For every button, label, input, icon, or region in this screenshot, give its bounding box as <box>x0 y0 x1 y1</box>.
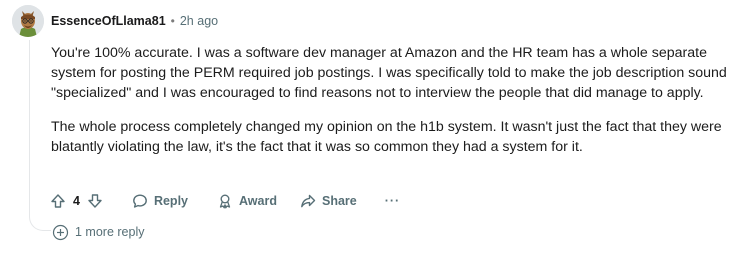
vote-count: 4 <box>73 194 80 208</box>
more-options-button[interactable]: ··· <box>385 194 401 208</box>
upvote-arrow-icon <box>49 192 67 210</box>
award-label: Award <box>239 194 277 208</box>
award-button[interactable]: Award <box>216 192 277 210</box>
comment-body: You're 100% accurate. I was a software d… <box>51 43 733 157</box>
comment-paragraph: You're 100% accurate. I was a software d… <box>51 45 727 101</box>
ellipsis-icon: ··· <box>384 194 401 208</box>
reply-label: Reply <box>153 194 188 208</box>
share-button[interactable]: Share <box>299 192 357 210</box>
downvote-arrow-icon <box>86 192 104 210</box>
downvote-button[interactable] <box>86 192 104 210</box>
speech-bubble-icon <box>131 192 149 210</box>
share-label: Share <box>321 194 357 208</box>
timestamp[interactable]: 2h ago <box>180 14 218 28</box>
reply-button[interactable]: Reply <box>131 192 188 210</box>
plus-circle-icon <box>51 223 69 241</box>
avatar[interactable] <box>12 5 44 37</box>
comment-paragraph: The whole process completely changed my … <box>51 119 722 155</box>
more-replies-link[interactable]: 1 more reply <box>51 221 144 243</box>
award-icon <box>216 192 234 210</box>
more-replies-label: 1 more reply <box>75 225 145 239</box>
avatar-llama-icon <box>12 5 44 37</box>
share-arrow-icon <box>299 192 317 210</box>
username-link[interactable]: EssenceOfLlama81 <box>51 14 166 28</box>
thread-line <box>29 40 30 216</box>
upvote-button[interactable] <box>49 192 67 210</box>
meta-separator: • <box>170 14 175 28</box>
comment-action-bar: 4 Reply Award Share ··· <box>44 188 400 214</box>
comment-meta: EssenceOfLlama81 • 2h ago <box>51 12 218 30</box>
